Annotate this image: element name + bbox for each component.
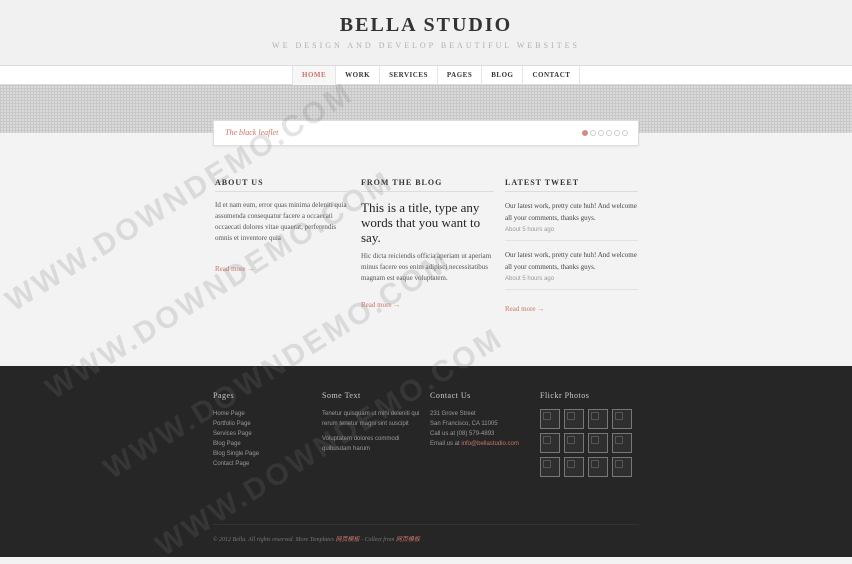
footer-contact-heading: Contact Us (430, 391, 471, 400)
nav-contact[interactable]: CONTACT (522, 66, 581, 85)
tweet-time: About 5 hours ago (505, 227, 555, 233)
about-column: ABOUT US Id et nam eum, error quas minim… (215, 178, 348, 276)
flickr-photo-thumb[interactable] (564, 433, 584, 453)
flickr-photo-thumb[interactable] (564, 457, 584, 477)
site-tagline: WE DESIGN AND DEVELOP BEAUTIFUL WEBSITES (272, 41, 580, 50)
footer-link-contact[interactable]: Contact Page (213, 459, 259, 469)
nav-pages[interactable]: PAGES (436, 66, 481, 85)
copyright-text: © 2012 Bella. All rights reserved. More … (213, 537, 336, 543)
footer-link-home[interactable]: Home Page (213, 409, 259, 419)
site-title[interactable]: BELLA STUDIO (0, 14, 852, 37)
slider-dot-6[interactable] (622, 130, 628, 136)
footer-flickr: Flickr Photos (540, 391, 632, 477)
copyright: © 2012 Bella. All rights reserved. More … (213, 534, 420, 543)
flickr-photo-thumb[interactable] (540, 433, 560, 453)
footer-divider (213, 524, 639, 525)
footer-contact: Contact Us 231 Grove Street San Francisc… (430, 391, 535, 449)
nav-services[interactable]: SERVICES (379, 66, 437, 85)
flickr-photo-thumb[interactable] (588, 409, 608, 429)
copyright-link-1[interactable]: 网页模板 (335, 537, 359, 543)
footer-pages-heading: Pages (213, 391, 235, 400)
tweet-item: Our latest work, pretty cute huh! And we… (505, 200, 638, 241)
flickr-photo-thumb[interactable] (612, 457, 632, 477)
contact-phone: Call us at (08) 579-4893 (430, 431, 495, 437)
blog-column: FROM THE BLOG This is a title, type any … (361, 178, 494, 312)
about-read-more-link[interactable]: Read more → (215, 265, 254, 273)
flickr-photo-thumb[interactable] (588, 457, 608, 477)
flickr-photo-thumb[interactable] (612, 433, 632, 453)
site-header: BELLA STUDIO WE DESIGN AND DEVELOP BEAUT… (0, 0, 852, 65)
nav-blog[interactable]: BLOG (481, 66, 522, 85)
slider-caption[interactable]: The black leaflet (225, 128, 278, 137)
contact-email-link[interactable]: info@bellastudio.com (461, 441, 518, 447)
site-footer: Pages Home Page Portfolio Page Services … (0, 366, 852, 557)
slider-pagination (582, 130, 628, 136)
copyright-mid: - Collect from (359, 537, 396, 543)
slider-dot-2[interactable] (590, 130, 596, 136)
flickr-photo-grid (540, 409, 632, 477)
nav-home[interactable]: HOME (292, 66, 336, 85)
slider-dot-1[interactable] (582, 130, 588, 136)
about-heading: ABOUT US (215, 178, 348, 192)
footer-link-blog-single[interactable]: Blog Single Page (213, 449, 259, 459)
flickr-photo-thumb[interactable] (540, 409, 560, 429)
footer-some-text-p2: Voluptatem dolores commodi quibusdam har… (322, 436, 400, 452)
footer-some-text-heading: Some Text (322, 391, 361, 400)
footer-link-blog[interactable]: Blog Page (213, 439, 259, 449)
copyright-link-2[interactable]: 网页模板 (396, 537, 420, 543)
main-nav: HOME WORK SERVICES PAGES BLOG CONTACT (292, 66, 581, 85)
tweet-text: Our latest work, pretty cute huh! And we… (505, 251, 637, 271)
flickr-photo-thumb[interactable] (612, 409, 632, 429)
contact-email-prefix: Email us at (430, 441, 462, 447)
footer-link-services[interactable]: Services Page (213, 429, 259, 439)
tweet-time: About 5 hours ago (505, 276, 555, 282)
contact-address-line-2: San Francisco, CA 11005 (430, 421, 498, 427)
footer-some-text-p1: Tenetur quisquam ut mihi deleniti qui re… (322, 411, 420, 427)
blog-heading: FROM THE BLOG (361, 178, 494, 192)
contact-address-line-1: 231 Grove Street (430, 411, 476, 417)
slider-dot-4[interactable] (606, 130, 612, 136)
footer-pages: Pages Home Page Portfolio Page Services … (213, 391, 259, 469)
about-text: Id et nam eum, error quas minima delenit… (215, 201, 347, 242)
tweets-read-more-link[interactable]: Read more → (505, 305, 544, 313)
blog-post-title[interactable]: This is a title, type any words that you… (361, 200, 494, 245)
contact-email-row: Email us at info@bellastudio.com (430, 439, 535, 449)
flickr-photo-thumb[interactable] (540, 457, 560, 477)
nav-work[interactable]: WORK (335, 66, 379, 85)
main-navbar: HOME WORK SERVICES PAGES BLOG CONTACT (0, 65, 852, 85)
footer-some-text: Some Text Tenetur quisquam ut mihi delen… (322, 391, 420, 454)
tweet-text: Our latest work, pretty cute huh! And we… (505, 202, 637, 222)
blog-read-more-link[interactable]: Read more → (361, 301, 400, 309)
slider: The black leaflet (213, 120, 639, 146)
flickr-photo-thumb[interactable] (588, 433, 608, 453)
tweets-heading: LATEST TWEET (505, 178, 638, 192)
tweets-column: LATEST TWEET Our latest work, pretty cut… (505, 178, 638, 316)
flickr-photo-thumb[interactable] (564, 409, 584, 429)
slider-dot-3[interactable] (598, 130, 604, 136)
blog-post-excerpt: Hic dicta reiciendis officia aperiam ut … (361, 252, 492, 282)
footer-flickr-heading: Flickr Photos (540, 391, 590, 400)
tweet-item: Our latest work, pretty cute huh! And we… (505, 249, 638, 290)
footer-link-portfolio[interactable]: Portfolio Page (213, 419, 259, 429)
slider-dot-5[interactable] (614, 130, 620, 136)
